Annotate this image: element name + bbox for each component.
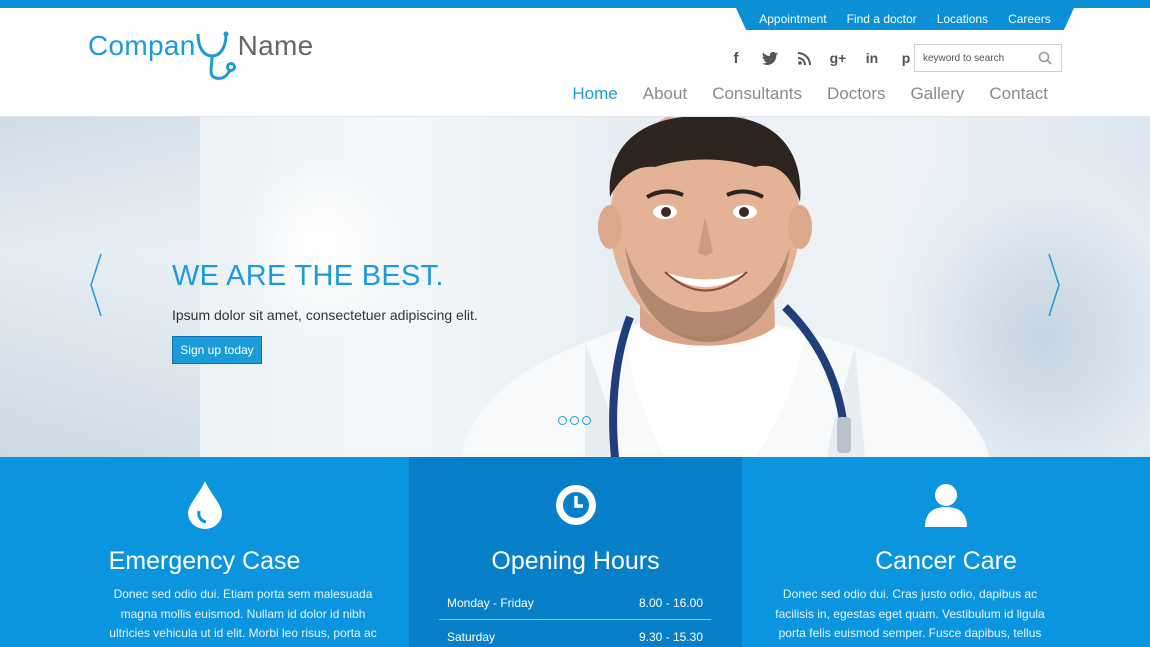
hours-days: Saturday (447, 630, 496, 644)
slider-dot-1[interactable] (558, 416, 567, 425)
slider-pagination (558, 416, 591, 425)
panel-cancer-title: Cancer Care (875, 547, 1017, 575)
panel-emergency-title: Emergency Case (108, 547, 301, 575)
panel-opening-hours: Opening Hours Monday - Friday 8.00 - 16.… (409, 457, 742, 647)
nav-contact[interactable]: Contact (989, 84, 1048, 104)
linkedin-icon[interactable]: in (860, 46, 884, 70)
rss-icon[interactable] (792, 46, 816, 70)
search-icon[interactable] (1033, 46, 1057, 70)
feature-panels: Emergency Case Donec sed odio dui. Etiam… (0, 457, 1150, 647)
nav-consultants[interactable]: Consultants (712, 84, 802, 104)
search-input[interactable] (915, 52, 1033, 64)
logo-text-part2: Name (237, 30, 314, 61)
hours-row: Monday - Friday 8.00 - 16.00 (439, 590, 711, 616)
nav-home[interactable]: Home (572, 84, 617, 104)
search-box (914, 44, 1062, 72)
slider-dot-3[interactable] (582, 416, 591, 425)
toplink-appointment[interactable]: Appointment (759, 12, 826, 26)
signup-button[interactable]: Sign up today (172, 336, 262, 364)
slider-dot-2[interactable] (570, 416, 579, 425)
facebook-icon[interactable]: f (724, 46, 748, 70)
slider-prev-arrow[interactable] (88, 252, 104, 318)
hours-divider (439, 619, 711, 620)
nav-about[interactable]: About (643, 84, 687, 104)
toplink-careers[interactable]: Careers (1008, 12, 1051, 26)
nav-gallery[interactable]: Gallery (911, 84, 965, 104)
hero-title: WE ARE THE BEST. (172, 260, 444, 292)
doctor-photo (460, 117, 990, 457)
panel-cancer-care: Cancer Care Donec sed odio dui. Cras jus… (742, 457, 1150, 647)
social-links: f g+ in p (724, 46, 918, 70)
top-links-bar: Appointment Find a doctor Locations Care… (736, 8, 1074, 30)
hours-row: Saturday 9.30 - 15.30 (439, 624, 711, 647)
hours-table: Monday - Friday 8.00 - 16.00 Saturday 9.… (439, 590, 711, 647)
toplink-locations[interactable]: Locations (937, 12, 988, 26)
panel-emergency: Emergency Case Donec sed odio dui. Etiam… (0, 457, 409, 647)
toplink-find-doctor[interactable]: Find a doctor (847, 12, 917, 26)
hours-time: 9.30 - 15.30 (638, 630, 703, 644)
panel-hours-title: Opening Hours (491, 547, 660, 575)
panel-emergency-text: Donec sed odio dui. Etiam porta sem male… (109, 587, 377, 640)
slider-next-arrow[interactable] (1046, 252, 1062, 318)
stethoscope-icon (196, 31, 236, 80)
main-navigation: Home About Consultants Doctors Gallery C… (572, 84, 1048, 104)
company-logo[interactable]: Compan Name (88, 28, 314, 84)
google-plus-icon[interactable]: g+ (826, 46, 850, 70)
top-accent-bar (0, 0, 1150, 8)
clock-icon (555, 485, 596, 525)
hours-time: 8.00 - 16.00 (638, 596, 703, 610)
user-icon (925, 484, 967, 527)
nav-doctors[interactable]: Doctors (827, 84, 886, 104)
drop-icon (187, 481, 222, 529)
hours-days: Monday - Friday (447, 596, 534, 610)
logo-text-part1: Compan (88, 30, 196, 61)
hero-subtitle: Ipsum dolor sit amet, consectetuer adipi… (172, 307, 478, 323)
panel-cancer-text: Donec sed odio dui. Cras justo odio, dap… (775, 587, 1045, 640)
twitter-icon[interactable] (758, 46, 782, 70)
